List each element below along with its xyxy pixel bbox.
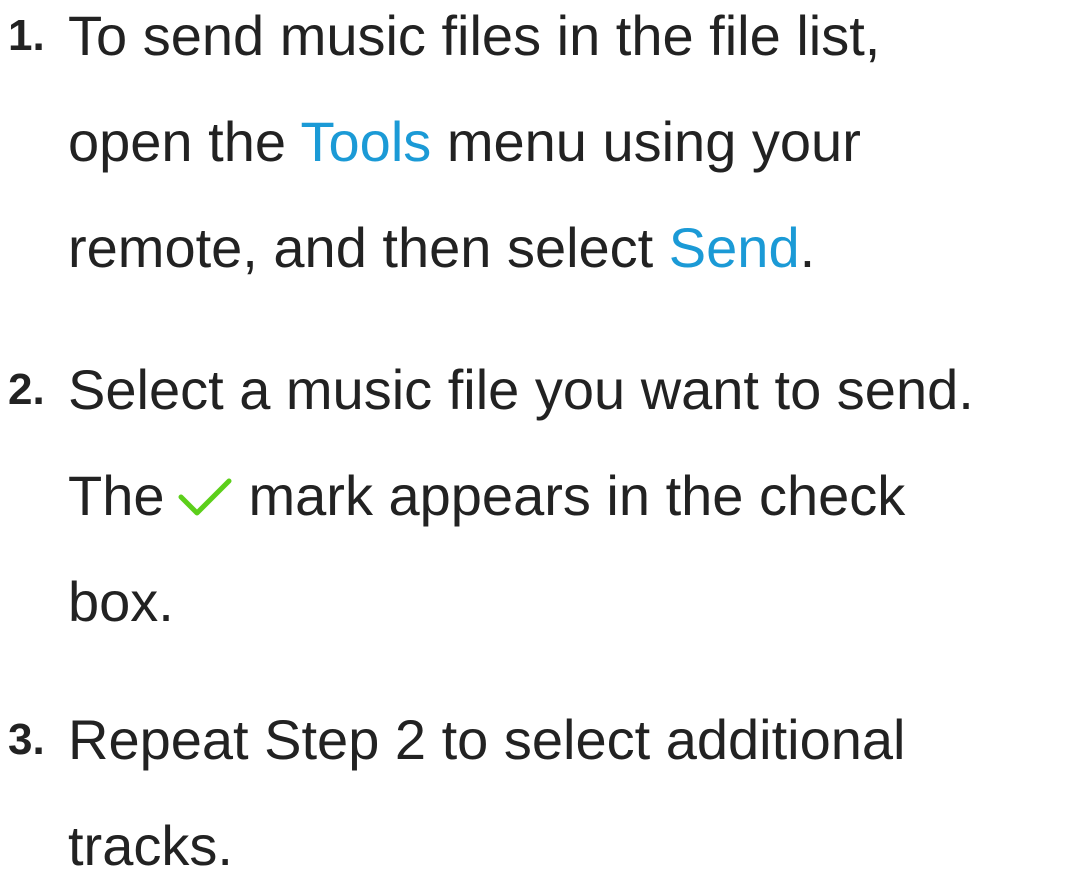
step-1-line-2-before: open the	[68, 110, 301, 173]
step-3-line-1: Repeat Step 2 to select additional	[68, 708, 906, 771]
tools-menu-label: Tools	[300, 110, 432, 173]
step-3-line-2: tracks.	[68, 814, 233, 877]
step-1-line-3-after: .	[799, 216, 816, 279]
step-number-1: 1.	[8, 11, 45, 60]
step-number-2: 2.	[8, 365, 45, 414]
step-2-line-2-after: mark appears in the check	[248, 464, 906, 527]
step-2-line-3: box.	[68, 570, 174, 633]
step-number-3: 3.	[8, 715, 45, 764]
step-1-line-2: open the Tools menu using your	[68, 114, 861, 170]
check-icon	[175, 472, 235, 516]
send-option-label: Send	[668, 216, 800, 279]
step-2-line-2: The mark appears in the check	[68, 468, 905, 524]
step-2-line-1: Select a music file you want to send.	[68, 358, 974, 421]
step-2-line-2-before: The	[68, 464, 165, 527]
step-1-line-2-after: menu using your	[431, 110, 861, 173]
step-1-line-3-before: remote, and then select	[68, 216, 669, 279]
step-1-line-3: remote, and then select Send.	[68, 220, 815, 276]
step-1-line-1: To send music files in the file list,	[68, 4, 881, 67]
